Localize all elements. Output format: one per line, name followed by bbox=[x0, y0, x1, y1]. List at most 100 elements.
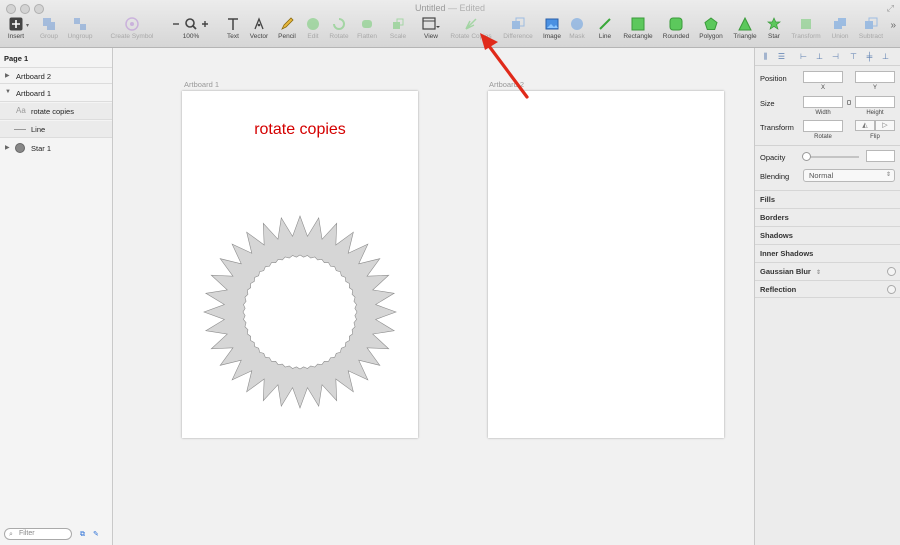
mask-label: Mask bbox=[569, 33, 585, 40]
transform-button[interactable]: Transform bbox=[788, 17, 824, 45]
opacity-input[interactable] bbox=[866, 150, 895, 162]
rotate-label: Rotate bbox=[814, 134, 832, 140]
gaussian-blur-section[interactable]: Gaussian Blur ⇕ bbox=[755, 262, 900, 280]
difference-button[interactable]: Difference bbox=[499, 17, 537, 45]
scale-icon bbox=[391, 17, 405, 31]
align-right-icon[interactable]: ⊣ bbox=[831, 52, 840, 61]
flip-label: Flip bbox=[870, 134, 880, 140]
vector-tool-button[interactable]: Vector bbox=[246, 17, 272, 45]
view-button[interactable]: View bbox=[418, 17, 444, 45]
edit-button[interactable]: Edit bbox=[302, 17, 324, 45]
toolbar-overflow-icon[interactable]: » bbox=[890, 20, 896, 31]
line-tool-label: Line bbox=[598, 33, 612, 40]
rectangle-tool-button[interactable]: Rectangle bbox=[620, 17, 656, 45]
polygon-tool-button[interactable]: Polygon bbox=[696, 17, 726, 45]
flatten-button[interactable]: Flatten bbox=[354, 17, 380, 45]
subtract-label: Subtract bbox=[858, 33, 884, 40]
size-label: Size bbox=[760, 99, 775, 108]
width-input[interactable] bbox=[803, 96, 843, 108]
flip-horizontal-button[interactable]: ◭ bbox=[855, 120, 875, 131]
artboard-2-label[interactable]: Artboard 2 bbox=[489, 80, 524, 89]
polygon-tool-label: Polygon bbox=[699, 33, 723, 40]
layer-row-line[interactable]: Line bbox=[0, 121, 112, 138]
gaussian-blur-toggle[interactable] bbox=[887, 267, 896, 276]
opacity-slider-track[interactable] bbox=[803, 156, 859, 158]
artboard-1-label[interactable]: Artboard 1 bbox=[184, 80, 219, 89]
inner-shadows-section[interactable]: Inner Shadows bbox=[755, 244, 900, 262]
position-x-input[interactable] bbox=[803, 71, 843, 83]
line-layer-icon bbox=[14, 129, 26, 130]
fills-section[interactable]: Fills bbox=[755, 190, 900, 208]
layer-filter-input[interactable]: ⌕ Filter bbox=[4, 528, 72, 540]
subtract-icon bbox=[864, 17, 878, 31]
layer-name: Artboard 2 bbox=[16, 72, 52, 81]
borders-section[interactable]: Borders bbox=[755, 208, 900, 226]
opacity-slider-thumb[interactable] bbox=[802, 152, 811, 161]
align-left-icon[interactable]: ⊢ bbox=[799, 52, 808, 61]
align-top-icon[interactable]: ⊤ bbox=[849, 52, 858, 61]
blending-select[interactable]: Normal ⇕ bbox=[803, 169, 895, 182]
mask-button[interactable]: Mask bbox=[566, 17, 588, 45]
position-y-input[interactable] bbox=[855, 71, 895, 83]
zoom-control[interactable]: 100% bbox=[170, 17, 212, 45]
vector-tool-label: Vector bbox=[249, 33, 269, 40]
view-label: View bbox=[424, 33, 438, 40]
edited-filter-icon[interactable]: ✎ bbox=[93, 531, 99, 538]
layer-row-star-1[interactable]: ▶ Star 1 bbox=[0, 140, 112, 157]
flip-vertical-button[interactable]: ▷ bbox=[875, 120, 895, 131]
group-label: Group bbox=[39, 33, 59, 40]
rotate-copies-icon bbox=[464, 17, 478, 31]
triangle-tool-label: Triangle bbox=[733, 33, 757, 40]
group-button[interactable]: Group bbox=[36, 17, 62, 45]
transform-label: Transform bbox=[760, 123, 794, 132]
layer-row-artboard-2[interactable]: ▶ Artboard 2 bbox=[0, 67, 112, 84]
layer-row-artboard-1[interactable]: ▼ Artboard 1 bbox=[0, 85, 112, 102]
filter-placeholder: Filter bbox=[19, 530, 35, 537]
fullscreen-icon[interactable]: ⤢ bbox=[887, 3, 894, 14]
distribute-vertical-icon[interactable]: ☰ bbox=[777, 52, 786, 61]
rotate-button[interactable]: Rotate bbox=[326, 17, 352, 45]
rounded-tool-button[interactable]: Rounded bbox=[660, 17, 692, 45]
image-icon bbox=[545, 17, 559, 31]
create-symbol-button[interactable]: Create Symbol bbox=[104, 17, 160, 45]
ungroup-button[interactable]: Ungroup bbox=[64, 17, 96, 45]
triangle-tool-button[interactable]: Triangle bbox=[730, 16, 760, 45]
line-tool-button[interactable]: Line bbox=[594, 17, 616, 45]
scale-button[interactable]: Scale bbox=[386, 17, 410, 45]
page-title[interactable]: Page 1 bbox=[4, 54, 28, 63]
rotate-input[interactable] bbox=[803, 120, 843, 132]
lock-proportions-icon[interactable] bbox=[847, 100, 851, 105]
star-tool-label: Star bbox=[768, 33, 780, 40]
text-tool-button[interactable]: Text bbox=[222, 17, 244, 45]
search-icon: ⌕ bbox=[9, 531, 13, 538]
shadows-section[interactable]: Shadows bbox=[755, 226, 900, 244]
image-button[interactable]: Image bbox=[540, 17, 564, 45]
reflection-toggle[interactable] bbox=[887, 285, 896, 294]
inspector-panel: ⫼ ☰ ⊢ ⊥ ⊣ ⊤ ╪ ⊥ Position X Y Size Width … bbox=[754, 48, 900, 545]
layer-name: Artboard 1 bbox=[16, 89, 52, 98]
align-center-icon[interactable]: ⊥ bbox=[815, 52, 824, 61]
reflection-section[interactable]: Reflection bbox=[755, 280, 900, 298]
artboard-2[interactable] bbox=[488, 91, 724, 438]
position-label: Position bbox=[760, 74, 787, 83]
blur-type-stepper-icon[interactable]: ⇕ bbox=[816, 270, 821, 276]
align-bottom-icon[interactable]: ⊥ bbox=[881, 52, 890, 61]
disclosure-collapsed-icon[interactable]: ▶ bbox=[5, 144, 10, 151]
window-toolbar: Untitled — Edited ⤢ Insert ▾ Group Ungro… bbox=[0, 0, 900, 48]
rotated-star-shape[interactable] bbox=[182, 91, 418, 438]
artboard-filter-icon[interactable]: ⧉ bbox=[80, 531, 85, 538]
distribute-horizontal-icon[interactable]: ⫼ bbox=[761, 52, 770, 61]
pencil-tool-button[interactable]: Pencil bbox=[275, 17, 299, 45]
insert-button[interactable]: Insert bbox=[4, 17, 28, 45]
subtract-button[interactable]: Subtract bbox=[856, 17, 886, 45]
align-middle-icon[interactable]: ╪ bbox=[865, 52, 874, 61]
layer-row-rotate-copies[interactable]: Aa rotate copies bbox=[0, 103, 112, 120]
union-button[interactable]: Union bbox=[828, 17, 852, 45]
artboard-1[interactable]: rotate copies bbox=[182, 91, 418, 438]
disclosure-collapsed-icon[interactable]: ▶ bbox=[5, 72, 10, 79]
canvas[interactable]: Artboard 1 rotate copies Artboard 2 bbox=[114, 48, 754, 545]
rotate-copies-button[interactable]: Rotate Copies bbox=[446, 17, 496, 45]
star-tool-button[interactable]: Star bbox=[764, 17, 784, 45]
height-input[interactable] bbox=[855, 96, 895, 108]
disclosure-expanded-icon[interactable]: ▼ bbox=[5, 89, 11, 95]
